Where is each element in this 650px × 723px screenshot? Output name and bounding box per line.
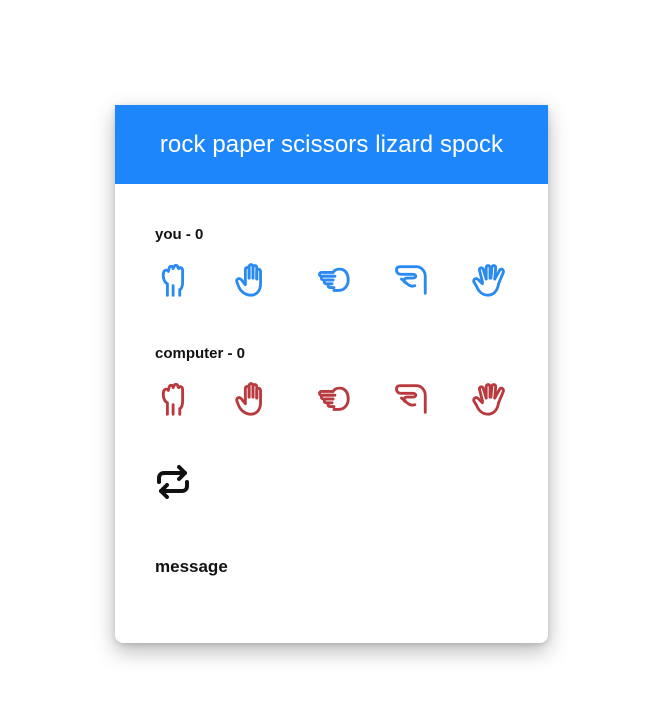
player-scissors-button[interactable] <box>313 260 353 300</box>
computer-choices <box>155 379 511 419</box>
player-rock-button[interactable] <box>155 260 195 300</box>
spock-icon <box>472 383 505 416</box>
computer-paper-choice <box>232 379 272 419</box>
computer-scissors-choice <box>313 379 353 419</box>
computer-score-label: computer - 0 <box>155 345 246 362</box>
game-card: rock paper scissors lizard spock you - 0 <box>115 105 548 643</box>
player-spock-button[interactable] <box>470 260 510 300</box>
rock-icon <box>161 382 185 416</box>
lizard-icon <box>395 384 427 414</box>
player-choices <box>155 260 511 300</box>
scissors-icon <box>318 386 350 411</box>
computer-spock-choice <box>470 379 510 419</box>
computer-rock-choice <box>155 379 195 419</box>
player-lizard-button[interactable] <box>391 260 431 300</box>
paper-icon <box>235 263 262 297</box>
scissors-icon <box>318 267 350 292</box>
spock-icon <box>472 264 505 297</box>
paper-icon <box>235 382 262 416</box>
rock-icon <box>161 263 185 297</box>
page-title: rock paper scissors lizard spock <box>115 105 548 184</box>
computer-lizard-choice <box>391 379 431 419</box>
reset-button[interactable] <box>153 462 193 502</box>
player-score-label: you - 0 <box>155 226 204 243</box>
status-message: message <box>155 557 228 576</box>
repeat-icon <box>157 465 189 499</box>
player-paper-button[interactable] <box>232 260 272 300</box>
lizard-icon <box>395 265 427 295</box>
